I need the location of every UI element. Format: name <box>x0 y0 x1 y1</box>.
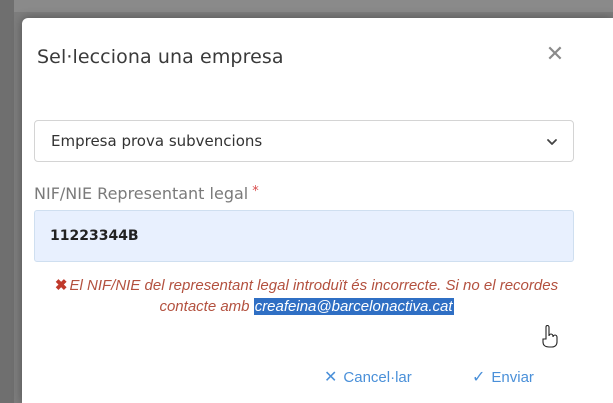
nif-input[interactable]: 11223344B <box>34 210 574 262</box>
chevron-down-icon <box>547 139 557 145</box>
support-email-link[interactable]: creafeina@barcelonactiva.cat <box>253 298 454 315</box>
error-icon: ✖ <box>54 277 68 294</box>
backdrop-top <box>0 0 613 12</box>
dialog-title: Sel·lecciona una empresa <box>37 46 284 68</box>
required-marker: * <box>252 184 259 199</box>
nif-label-text: NIF/NIE Representant legal <box>34 184 249 203</box>
send-button[interactable]: ✓ Enviar <box>472 367 534 387</box>
cancel-button-label: Cancel·lar <box>343 369 412 386</box>
close-icon: ✕ <box>545 42 565 67</box>
company-select-value: Empresa prova subvencions <box>51 132 263 150</box>
company-select[interactable]: Empresa prova subvencions <box>34 120 574 162</box>
nif-field-label: NIF/NIE Representant legal * <box>34 184 259 203</box>
nif-input-value: 11223344B <box>50 228 139 244</box>
check-icon: ✓ <box>472 369 486 386</box>
mouse-cursor-icon <box>542 325 558 348</box>
send-button-label: Enviar <box>491 369 534 386</box>
close-button[interactable]: ✕ <box>542 42 568 68</box>
error-message: ✖ El NIF/NIE del representant legal intro… <box>34 275 579 317</box>
cancel-button[interactable]: ✕ Cancel·lar <box>324 367 412 387</box>
close-icon: ✕ <box>324 369 338 386</box>
backdrop-left <box>0 0 14 403</box>
